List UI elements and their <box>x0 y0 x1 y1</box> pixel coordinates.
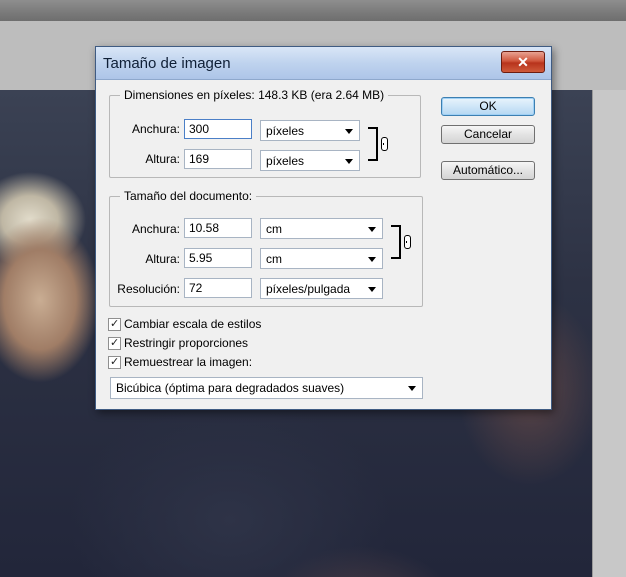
dialog-body: Dimensiones en píxeles: 148.3 KB (era 2.… <box>96 80 551 408</box>
pixel-width-unit-value: píxeles <box>266 124 305 138</box>
constrain-proportions-label: Restringir proporciones <box>124 336 249 350</box>
resample-method-value: Bicúbica (óptima para degradados suaves) <box>116 381 345 395</box>
application-top-bar <box>0 0 626 22</box>
checkbox-box[interactable]: ✓ <box>108 337 121 350</box>
pixel-width-input[interactable]: 300 <box>184 119 252 139</box>
pixel-dimensions-legend: Dimensiones en píxeles: 148.3 KB (era 2.… <box>124 88 385 102</box>
chevron-down-icon <box>368 227 376 232</box>
checkbox-box[interactable]: ✓ <box>108 318 121 331</box>
image-size-dialog: Tamaño de imagen ✕ Dimensiones en píxele… <box>95 46 552 410</box>
checkmark-icon: ✓ <box>110 337 120 349</box>
chevron-down-icon <box>408 386 416 391</box>
link-chain-icon <box>404 235 411 249</box>
document-size-legend: Tamaño del documento: <box>124 189 253 203</box>
pixel-height-unit-select[interactable]: píxeles <box>260 150 360 171</box>
link-chain-icon <box>381 137 388 151</box>
doc-width-input[interactable]: 10.58 <box>184 218 252 238</box>
chevron-down-icon <box>368 287 376 292</box>
cancel-button[interactable]: Cancelar <box>441 125 535 144</box>
doc-width-label: Anchura: <box>131 222 180 236</box>
dialog-titlebar[interactable]: Tamaño de imagen ✕ <box>96 47 551 80</box>
pixel-link-bracket <box>368 127 378 161</box>
doc-height-unit-value: cm <box>266 252 282 266</box>
scale-styles-label: Cambiar escala de estilos <box>124 317 262 331</box>
doc-height-label: Altura: <box>145 252 180 266</box>
resolution-label: Resolución: <box>117 282 180 296</box>
resolution-input[interactable]: 72 <box>184 278 252 298</box>
chevron-down-icon <box>345 159 353 164</box>
pixel-width-unit-select[interactable]: píxeles <box>260 120 360 141</box>
checkmark-icon: ✓ <box>110 318 120 330</box>
close-button[interactable]: ✕ <box>501 51 545 73</box>
resample-method-select[interactable]: Bicúbica (óptima para degradados suaves) <box>110 377 423 399</box>
panel-edge <box>592 90 626 577</box>
doc-width-unit-value: cm <box>266 222 282 236</box>
checkmark-icon: ✓ <box>110 356 120 368</box>
auto-button[interactable]: Automático... <box>441 161 535 180</box>
chevron-down-icon <box>368 257 376 262</box>
doc-width-unit-select[interactable]: cm <box>260 218 383 239</box>
dialog-title: Tamaño de imagen <box>103 55 231 72</box>
chevron-down-icon <box>345 129 353 134</box>
doc-height-unit-select[interactable]: cm <box>260 248 383 269</box>
resolution-unit-select[interactable]: píxeles/pulgada <box>260 278 383 299</box>
resolution-unit-value: píxeles/pulgada <box>266 282 351 296</box>
document-link-bracket <box>391 225 401 259</box>
ok-button[interactable]: OK <box>441 97 535 116</box>
pixel-height-unit-value: píxeles <box>266 154 305 168</box>
doc-height-input[interactable]: 5.95 <box>184 248 252 268</box>
pixel-height-label: Altura: <box>145 152 180 166</box>
pixel-width-label: Anchura: <box>131 122 180 136</box>
close-icon: ✕ <box>517 54 529 70</box>
checkbox-box[interactable]: ✓ <box>108 356 121 369</box>
resample-image-label: Remuestrear la imagen: <box>124 355 253 369</box>
pixel-height-input[interactable]: 169 <box>184 149 252 169</box>
